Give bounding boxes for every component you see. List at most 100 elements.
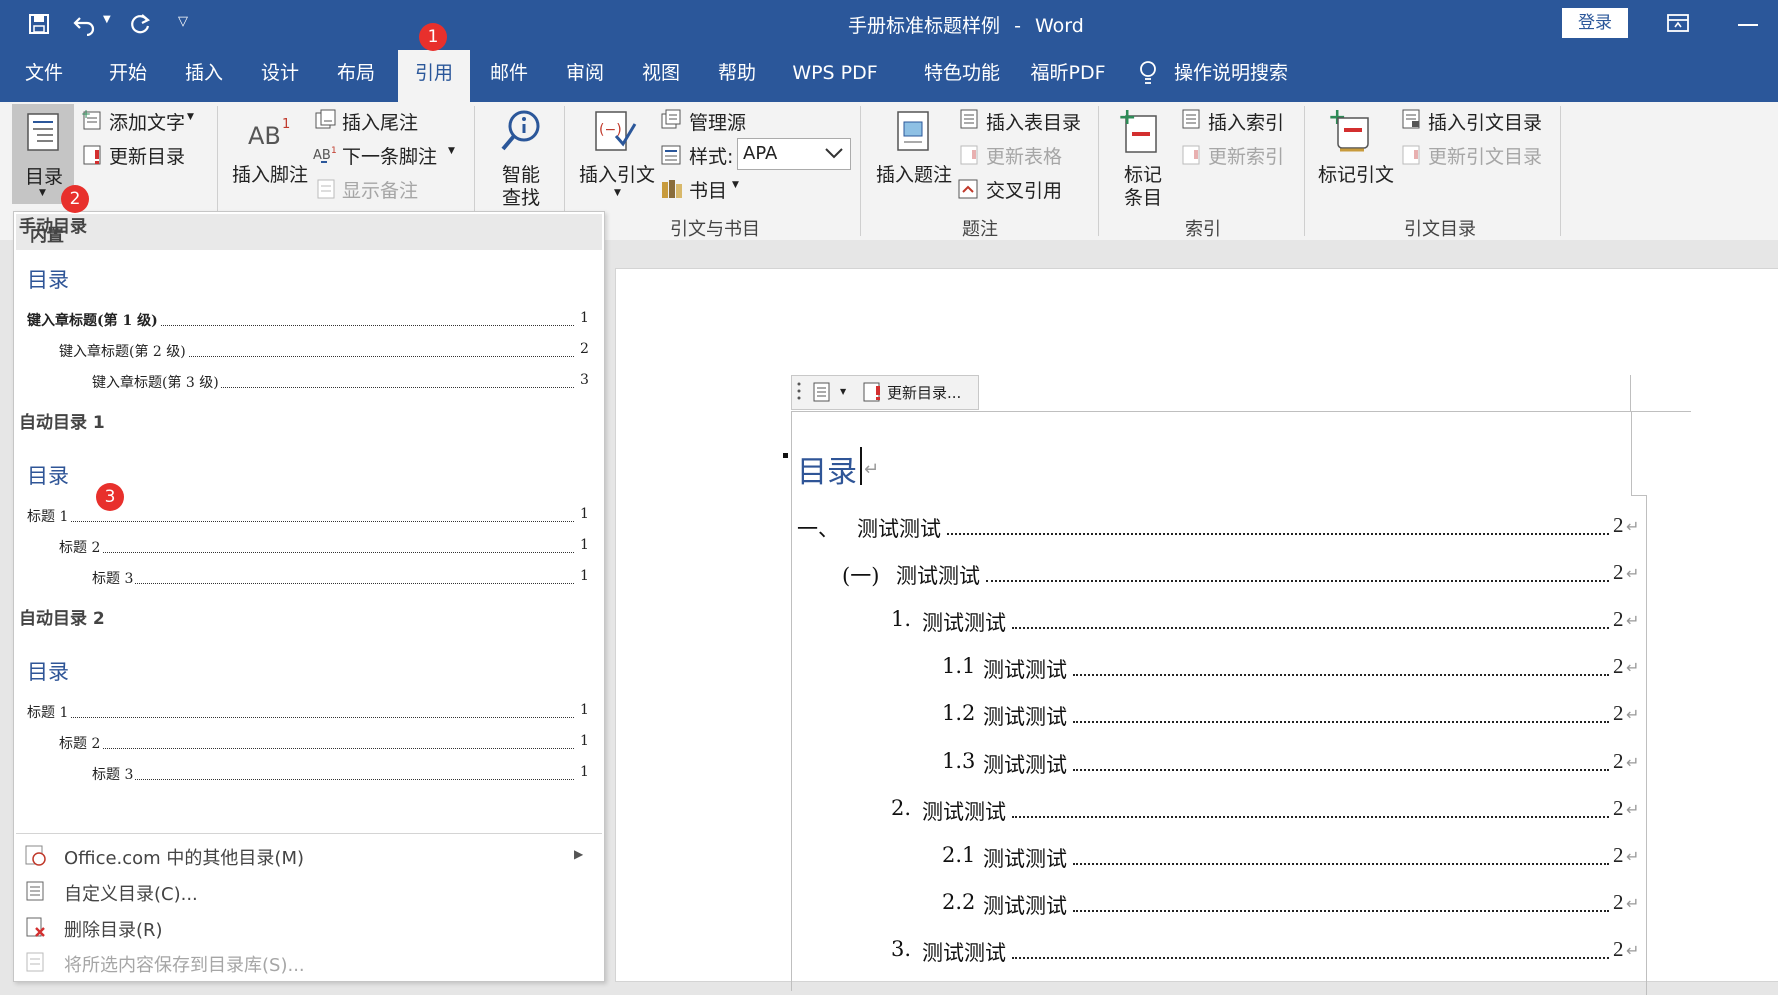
style-select[interactable]: APA xyxy=(737,138,851,170)
toc-entry-number: 2.2 xyxy=(942,889,976,914)
toc-menu-icon[interactable] xyxy=(812,381,832,407)
bibliography-dropdown-icon[interactable]: ▼ xyxy=(732,180,739,190)
group-separator xyxy=(860,106,861,236)
tab-wps-pdf[interactable]: WPS PDF xyxy=(785,50,885,102)
tab-file[interactable]: 文件 xyxy=(18,50,70,102)
drag-handle-icon[interactable] xyxy=(797,381,801,403)
mark-entry-line2[interactable]: 条目 xyxy=(1124,183,1162,210)
svg-text:AB: AB xyxy=(313,148,331,163)
smart-lookup-line2[interactable]: 查找 xyxy=(502,183,540,210)
chevron-down-icon xyxy=(824,145,844,164)
gallery-preview-entry: 标题 1 xyxy=(27,702,71,722)
insert-caption-icon xyxy=(896,110,932,158)
undo-icon[interactable] xyxy=(72,12,96,37)
toc-menu-dropdown-icon[interactable]: ▼ xyxy=(840,387,846,396)
toc-entry-page-number: 2 xyxy=(1613,654,1624,679)
remove-toc-icon xyxy=(24,916,46,942)
tab-insert[interactable]: 插入 xyxy=(175,50,233,102)
tab-foxit-pdf[interactable]: 福昕PDF xyxy=(1018,50,1118,102)
update-index-button[interactable]: 更新索引 xyxy=(1208,142,1284,169)
ribbon-display-options-icon[interactable] xyxy=(1667,13,1689,33)
office-web-icon xyxy=(24,844,46,870)
toc-entry-text[interactable]: 测试测试 xyxy=(983,843,1067,873)
tab-mailings[interactable]: 邮件 xyxy=(480,50,538,102)
tab-references[interactable]: 引用 xyxy=(398,50,470,102)
gallery-preview-leader-dots xyxy=(112,583,574,584)
tab-view[interactable]: 视图 xyxy=(632,50,690,102)
tab-design[interactable]: 设计 xyxy=(251,50,309,102)
tell-me-search[interactable]: 操作说明搜索 xyxy=(1174,50,1302,102)
insert-table-of-figures-button[interactable]: 插入表目录 xyxy=(986,108,1081,135)
tab-special-features[interactable]: 特色功能 xyxy=(906,50,1018,102)
group-label-index: 索引 xyxy=(1185,219,1221,240)
document-page[interactable]: ▼ 更新目录... 目录 ↵ 一、 测试测试 2 ↵ (一) 测试测试 2 ↵ 1. 测试测试 2 ↵… xyxy=(615,268,1778,995)
toc-entry-text[interactable]: 测试测试 xyxy=(922,937,1006,967)
show-notes-button[interactable]: 显示备注 xyxy=(342,176,418,203)
group-separator xyxy=(1560,106,1561,236)
gallery-item-3[interactable] xyxy=(16,642,602,836)
toc-entry-number: 1.1 xyxy=(942,654,976,679)
toc-entry-number: 2.1 xyxy=(942,842,976,867)
office-com-more-tocs-label: Office.com 中的其他目录(M) xyxy=(64,848,305,869)
manage-sources-button[interactable]: 管理源 xyxy=(689,108,746,135)
next-footnote-dropdown-icon[interactable]: ▼ xyxy=(448,146,455,156)
save-to-gallery-icon xyxy=(24,951,46,977)
gallery-preview-page-number: 1 xyxy=(580,702,589,718)
save-to-toc-gallery-item[interactable]: 将所选内容保存到目录库(S)... xyxy=(16,945,602,979)
toc-icon xyxy=(26,112,60,156)
add-text-dropdown-icon[interactable]: ▼ xyxy=(187,112,194,122)
window-title: 手册标准标题样例 - Word xyxy=(848,11,1084,38)
toc-entry-leader-dots xyxy=(1073,862,1609,865)
insert-caption-button[interactable]: 插入题注 xyxy=(876,160,952,187)
style-icon xyxy=(661,144,683,170)
cross-reference-button[interactable]: 交叉引用 xyxy=(986,176,1062,203)
toc-entry-text[interactable]: 测试测试 xyxy=(922,796,1006,826)
update-toa-button[interactable]: 更新引文目录 xyxy=(1428,142,1542,169)
tab-review[interactable]: 审阅 xyxy=(556,50,614,102)
toc-entry-text[interactable]: 测试测试 xyxy=(896,560,980,590)
customize-quick-access-icon[interactable]: ▽ xyxy=(178,14,188,29)
toc-gallery-dropdown: 内置 手动目录 目录 键入章标题(第 1 级) 1 键入章标题(第 2 级) 2 键入章标题… xyxy=(13,211,605,982)
insert-index-button[interactable]: 插入索引 xyxy=(1208,108,1284,135)
toc-entry-leader-dots xyxy=(1012,956,1609,959)
control-update-toc-button[interactable]: 更新目录... xyxy=(887,382,961,403)
mark-citation-button[interactable]: 标记引文 xyxy=(1318,160,1394,187)
toc-entry-text[interactable]: 测试测试 xyxy=(983,749,1067,779)
paragraph-mark: ↵ xyxy=(1626,893,1640,913)
insert-toa-button[interactable]: 插入引文目录 xyxy=(1428,108,1542,135)
gallery-preview-page-number: 3 xyxy=(580,372,589,388)
paragraph-mark: ↵ xyxy=(1626,658,1640,678)
remove-toc-label: 删除目录(R) xyxy=(64,920,163,941)
toc-entry-text[interactable]: 测试测试 xyxy=(983,890,1067,920)
tab-help[interactable]: 帮助 xyxy=(708,50,766,102)
minimize-icon[interactable] xyxy=(1738,24,1758,26)
insert-footnote-button[interactable]: 插入脚注 xyxy=(232,160,308,187)
login-button[interactable]: 登录 xyxy=(1562,8,1628,38)
document-toc-title[interactable]: 目录 xyxy=(797,447,857,491)
toc-entry-text[interactable]: 测试测试 xyxy=(857,513,941,543)
update-table-button[interactable]: 更新表格 xyxy=(986,142,1062,169)
toc-entry-text[interactable]: 测试测试 xyxy=(983,654,1067,684)
custom-toc-item[interactable]: 自定义目录(C)... xyxy=(16,874,602,908)
office-com-more-tocs-item[interactable]: Office.com 中的其他目录(M) ▶ xyxy=(16,838,602,872)
toc-entry-page-number: 2 xyxy=(1613,795,1624,820)
insert-endnote-button[interactable]: 插入尾注 xyxy=(342,108,418,135)
redo-icon[interactable] xyxy=(128,12,152,36)
toc-entry-text[interactable]: 测试测试 xyxy=(983,701,1067,731)
tab-layout[interactable]: 布局 xyxy=(327,50,385,102)
next-footnote-button[interactable]: 下一条脚注 xyxy=(342,142,437,169)
update-toc-button[interactable]: 更新目录 xyxy=(109,142,185,169)
remove-toc-item[interactable]: 删除目录(R) xyxy=(16,910,602,944)
save-icon[interactable] xyxy=(28,13,50,35)
toc-entry-text[interactable]: 测试测试 xyxy=(922,607,1006,637)
insert-citation-button[interactable]: 插入引文 xyxy=(579,160,655,187)
lightbulb-icon[interactable] xyxy=(1138,60,1158,88)
gallery-preview-entry: 键入章标题(第 2 级) xyxy=(59,341,188,361)
bibliography-button[interactable]: 书目 xyxy=(689,176,727,203)
svg-text:+: + xyxy=(81,109,91,121)
undo-dropdown-icon[interactable]: ▼ xyxy=(103,14,111,25)
gallery-item-name: 自动目录 2 xyxy=(19,609,105,629)
tab-home[interactable]: 开始 xyxy=(99,50,157,102)
insert-citation-dropdown-icon[interactable]: ▼ xyxy=(614,188,621,198)
add-text-button[interactable]: 添加文字 xyxy=(109,108,185,135)
